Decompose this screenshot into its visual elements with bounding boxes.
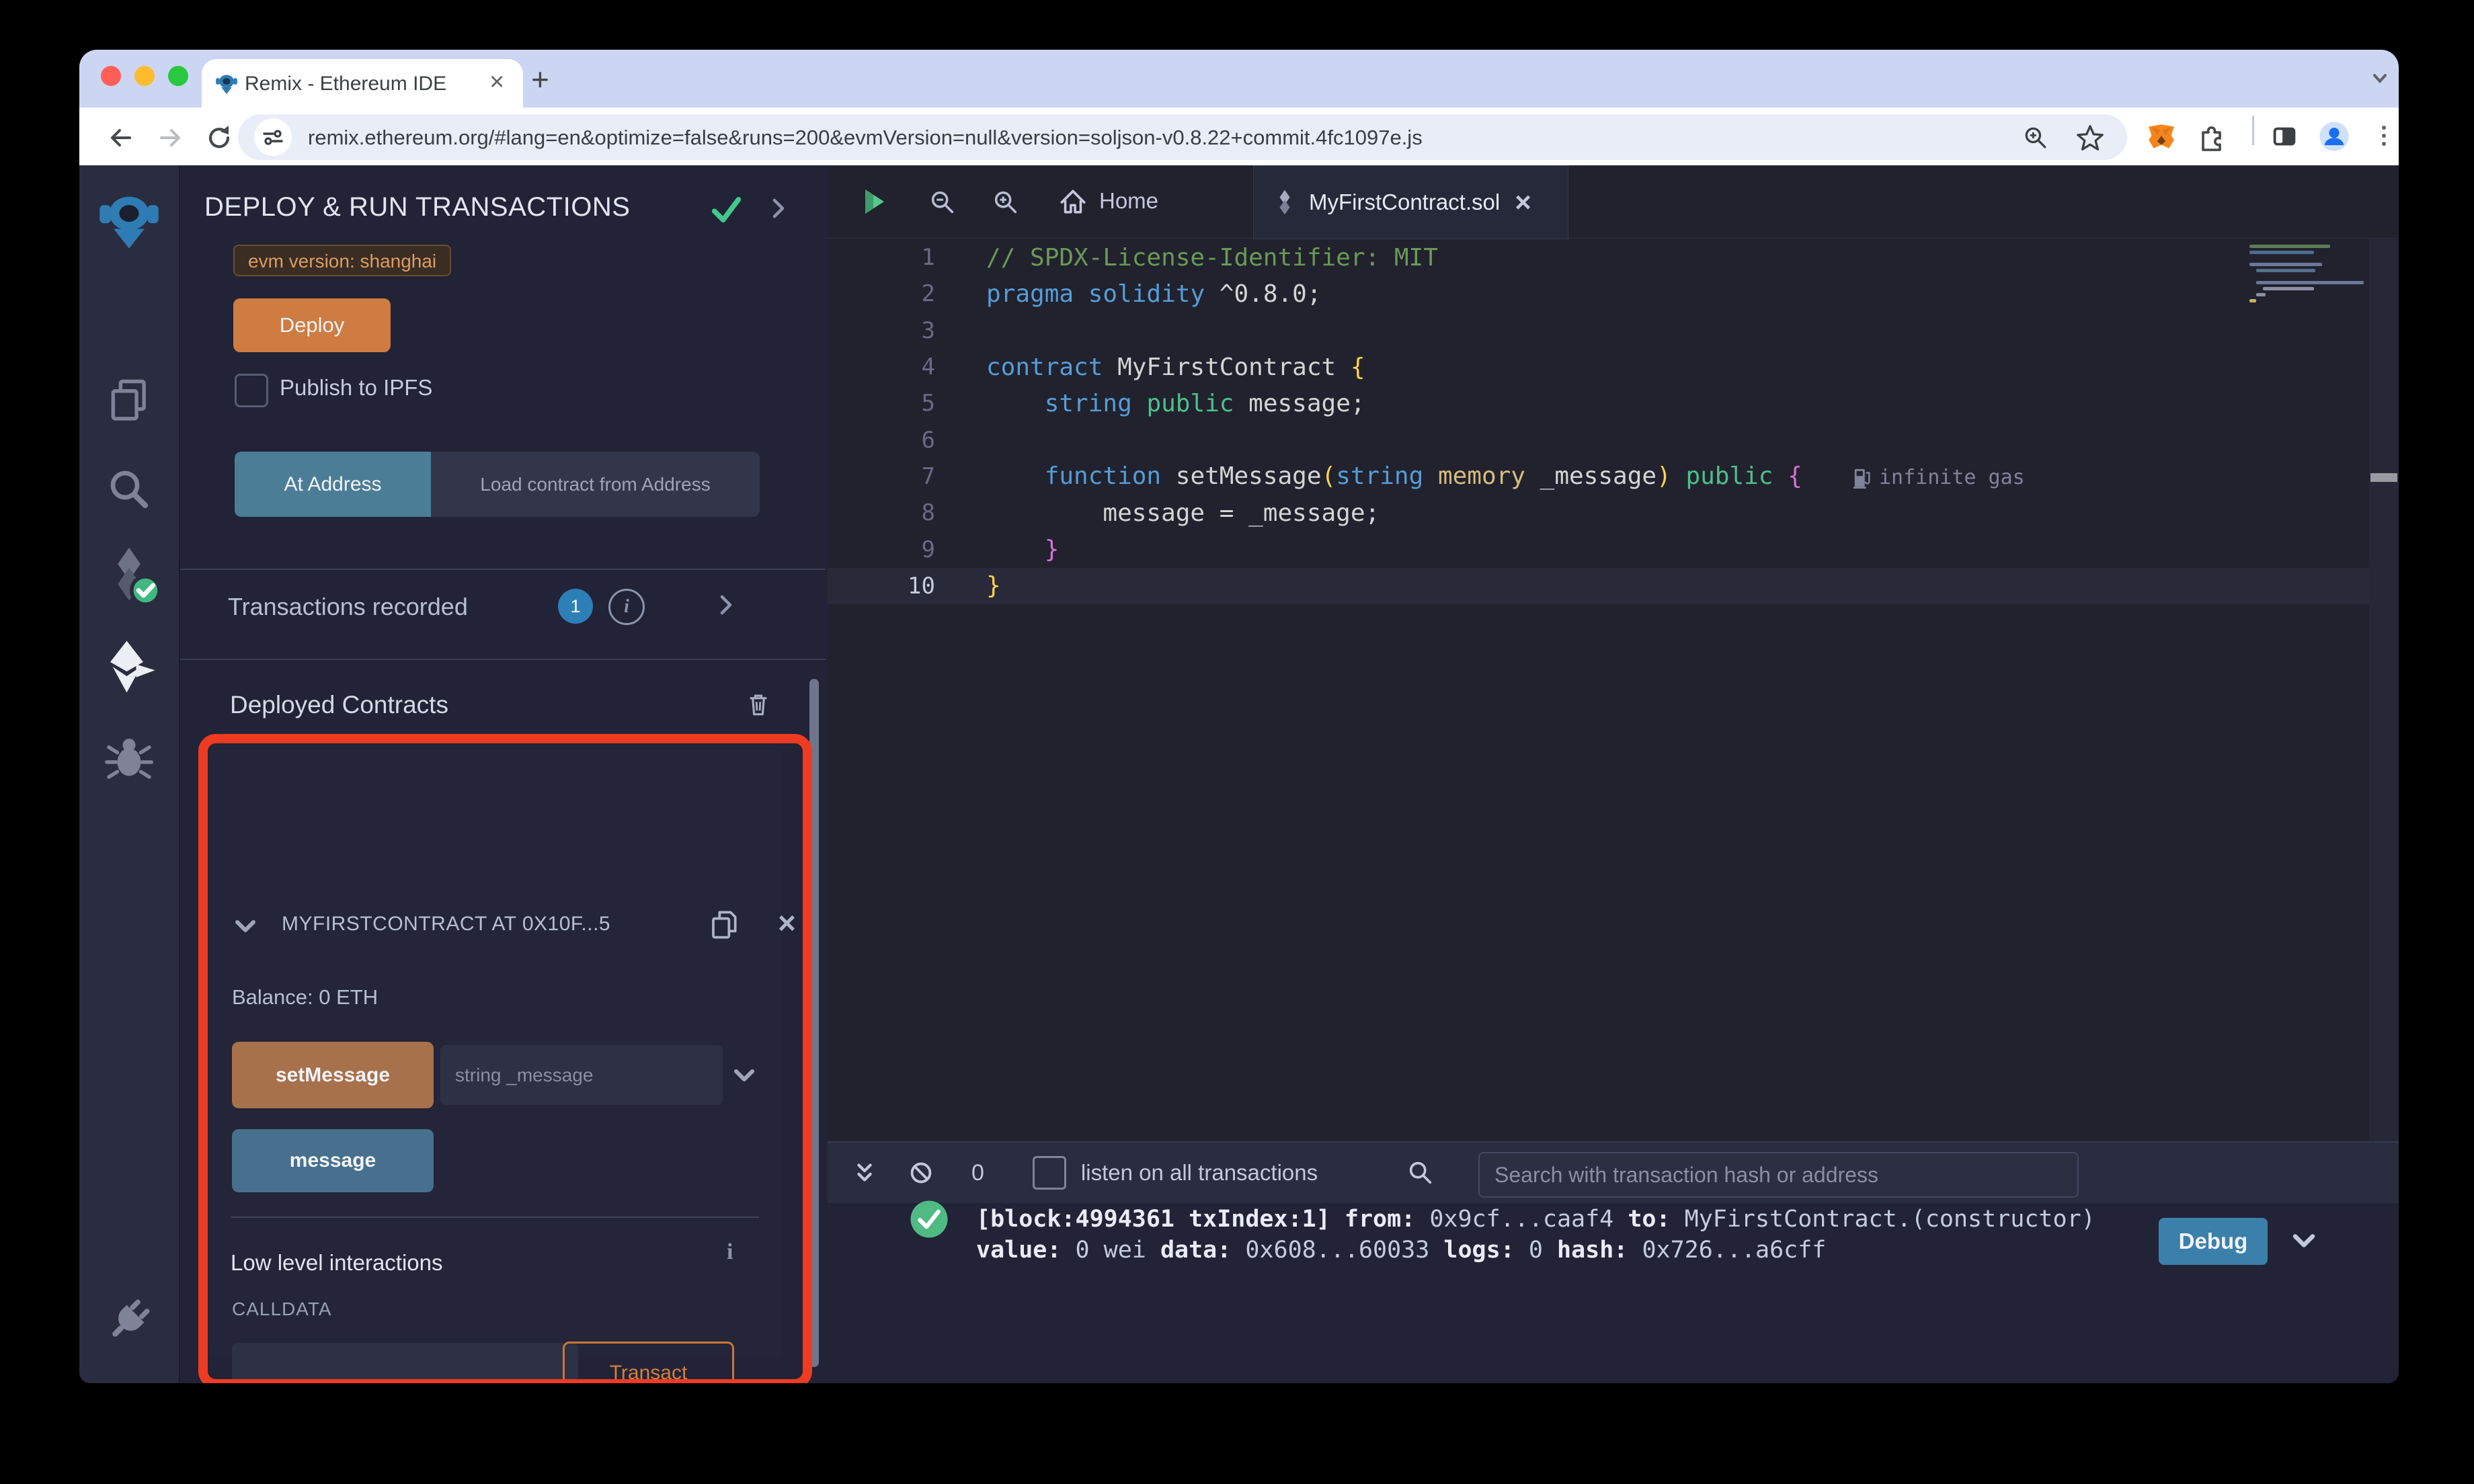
debug-button[interactable]: Debug xyxy=(2159,1218,2268,1265)
listen-all-transactions-label: listen on all transactions xyxy=(1080,1160,1318,1185)
tab-close-icon[interactable]: × xyxy=(489,69,504,95)
bookmark-star-icon[interactable] xyxy=(2075,122,2106,153)
panel-title: DEPLOY & RUN TRANSACTIONS xyxy=(204,192,631,222)
sidebar-item-settings[interactable] xyxy=(94,1375,164,1383)
log-expand-chevron-icon[interactable] xyxy=(2286,1223,2321,1258)
transactions-chevron-icon[interactable] xyxy=(711,590,741,620)
search-icon xyxy=(110,470,149,509)
pending-tx-count: 0 xyxy=(971,1159,984,1186)
ethereum-deploy-icon xyxy=(110,641,155,693)
toolbar-divider xyxy=(2252,116,2254,145)
browser-tab[interactable]: Remix - Ethereum IDE × xyxy=(202,59,523,108)
site-settings-button[interactable] xyxy=(254,118,292,156)
tx-log-line-1[interactable]: [block:4994361 txIndex:1] from: 0x9cf...… xyxy=(976,1206,2096,1233)
remix-favicon xyxy=(216,75,237,95)
zoom-in-icon[interactable] xyxy=(990,187,1021,218)
collapse-terminal-icon[interactable] xyxy=(849,1157,880,1188)
sidebar-item-file-explorer[interactable] xyxy=(94,366,164,436)
plug-icon xyxy=(112,1299,150,1337)
back-icon[interactable] xyxy=(105,122,137,154)
metamask-icon[interactable] xyxy=(2145,120,2178,154)
browser-window: Remix - Ethereum IDE × + remix.ethereum.… xyxy=(79,50,2399,1383)
file-tab-close-icon[interactable]: × xyxy=(1515,186,1531,218)
browser-menu-kebab-icon[interactable] xyxy=(2369,121,2399,151)
clear-console-ban-icon[interactable] xyxy=(906,1157,936,1188)
home-icon xyxy=(1060,190,1086,214)
icon-rail xyxy=(79,165,180,1383)
zoom-page-icon[interactable] xyxy=(2021,123,2050,153)
sidebar-item-plugin-manager[interactable] xyxy=(94,1285,164,1355)
publish-ipfs-label: Publish to IPFS xyxy=(280,375,433,400)
forward-icon[interactable] xyxy=(154,122,186,154)
minimize-window-button[interactable] xyxy=(134,66,155,86)
terminal-toolbar: 0 listen on all transactions xyxy=(828,1141,2399,1203)
sidebar-item-debugger[interactable] xyxy=(94,722,164,792)
tab-home[interactable]: Home xyxy=(1056,184,1158,218)
sidebar-item-deploy-run[interactable] xyxy=(94,632,164,702)
remix-app: DEPLOY & RUN TRANSACTIONS evm version: s… xyxy=(79,165,2399,1383)
deploy-run-panel: DEPLOY & RUN TRANSACTIONS evm version: s… xyxy=(180,165,826,1383)
url-text[interactable]: remix.ethereum.org/#lang=en&optimize=fal… xyxy=(308,126,1423,150)
bug-icon xyxy=(105,739,153,779)
transactions-info-icon[interactable]: i xyxy=(608,589,645,625)
maximize-window-button[interactable] xyxy=(168,66,188,86)
terminal-search-icon xyxy=(1409,1161,1432,1184)
panel-divider xyxy=(180,569,826,570)
load-contract-from-address-button[interactable]: Load contract from Address xyxy=(431,452,760,517)
close-window-button[interactable] xyxy=(101,66,121,86)
reload-icon[interactable] xyxy=(203,122,235,154)
listen-all-transactions-checkbox[interactable] xyxy=(1032,1156,1066,1190)
solidity-file-icon xyxy=(1279,190,1290,215)
tab-search-chevron-icon[interactable] xyxy=(2365,63,2395,93)
minimap[interactable] xyxy=(2245,242,2369,323)
files-icon xyxy=(111,379,146,421)
code-lines: 1// SPDX-License-Identifier: MIT 2 pragma … xyxy=(828,239,2399,604)
browser-tab-strip: Remix - Ethereum IDE × + xyxy=(79,50,2399,108)
panel-divider xyxy=(180,659,826,660)
deploy-button[interactable]: Deploy xyxy=(233,298,391,352)
terminal-search-input[interactable] xyxy=(1478,1152,2079,1198)
file-tab-label: MyFirstContract.sol xyxy=(1309,190,1501,214)
sidebar-item-search[interactable] xyxy=(94,454,164,524)
evm-version-badge: evm version: shanghai xyxy=(233,245,452,276)
zoom-out-icon[interactable] xyxy=(927,187,958,218)
editor-tab-bar: Home MyFirstContract.sol × xyxy=(828,165,2399,239)
transactions-count-badge: 1 xyxy=(558,589,593,624)
tune-icon xyxy=(263,130,283,145)
compile-success-check-icon xyxy=(711,197,742,222)
new-tab-button[interactable]: + xyxy=(531,64,549,95)
code-area[interactable]: 1// SPDX-License-Identifier: MIT 2 pragma … xyxy=(828,239,2399,1141)
code-editor: Home MyFirstContract.sol × 1// SPDX-Lice… xyxy=(828,165,2399,1141)
home-tab-label: Home xyxy=(1099,188,1159,213)
at-address-button[interactable]: At Address xyxy=(235,452,431,517)
terminal: 0 listen on all transactions [block:4994… xyxy=(828,1141,2399,1383)
panel-expand-chevron-icon[interactable] xyxy=(764,194,793,223)
remix-logo xyxy=(94,186,164,255)
extensions-puzzle-icon[interactable] xyxy=(2195,120,2227,153)
tx-success-check-icon xyxy=(910,1200,948,1238)
editor-scrollbar-thumb[interactable] xyxy=(2370,473,2397,482)
gas-pump-icon xyxy=(1853,468,1870,489)
transactions-recorded-label: Transactions recorded xyxy=(228,593,468,620)
deployed-contracts-header: Deployed Contracts xyxy=(230,691,448,718)
tab-title: Remix - Ethereum IDE xyxy=(245,73,447,95)
run-script-play-icon[interactable] xyxy=(857,186,889,218)
side-panel-icon[interactable] xyxy=(2269,121,2300,152)
tx-log-line-2[interactable]: value: 0 wei data: 0x608...60033 logs: 0… xyxy=(976,1237,1826,1264)
publish-ipfs-checkbox[interactable] xyxy=(235,374,268,407)
url-bar[interactable]: remix.ethereum.org/#lang=en&optimize=fal… xyxy=(238,114,2127,160)
profile-avatar[interactable] xyxy=(2317,119,2352,154)
editor-scrollbar-track[interactable] xyxy=(2369,239,2399,1141)
tutorial-highlight-border xyxy=(198,734,812,1383)
tab-myfirstcontract[interactable]: MyFirstContract.sol × xyxy=(1253,165,1568,239)
solidity-compiler-icon xyxy=(118,547,159,606)
browser-toolbar: remix.ethereum.org/#lang=en&optimize=fal… xyxy=(79,108,2399,165)
sidebar-item-solidity-compiler[interactable] xyxy=(94,540,164,610)
trash-icon[interactable] xyxy=(744,690,773,719)
gas-annotation: infinite gas xyxy=(1852,466,2025,489)
